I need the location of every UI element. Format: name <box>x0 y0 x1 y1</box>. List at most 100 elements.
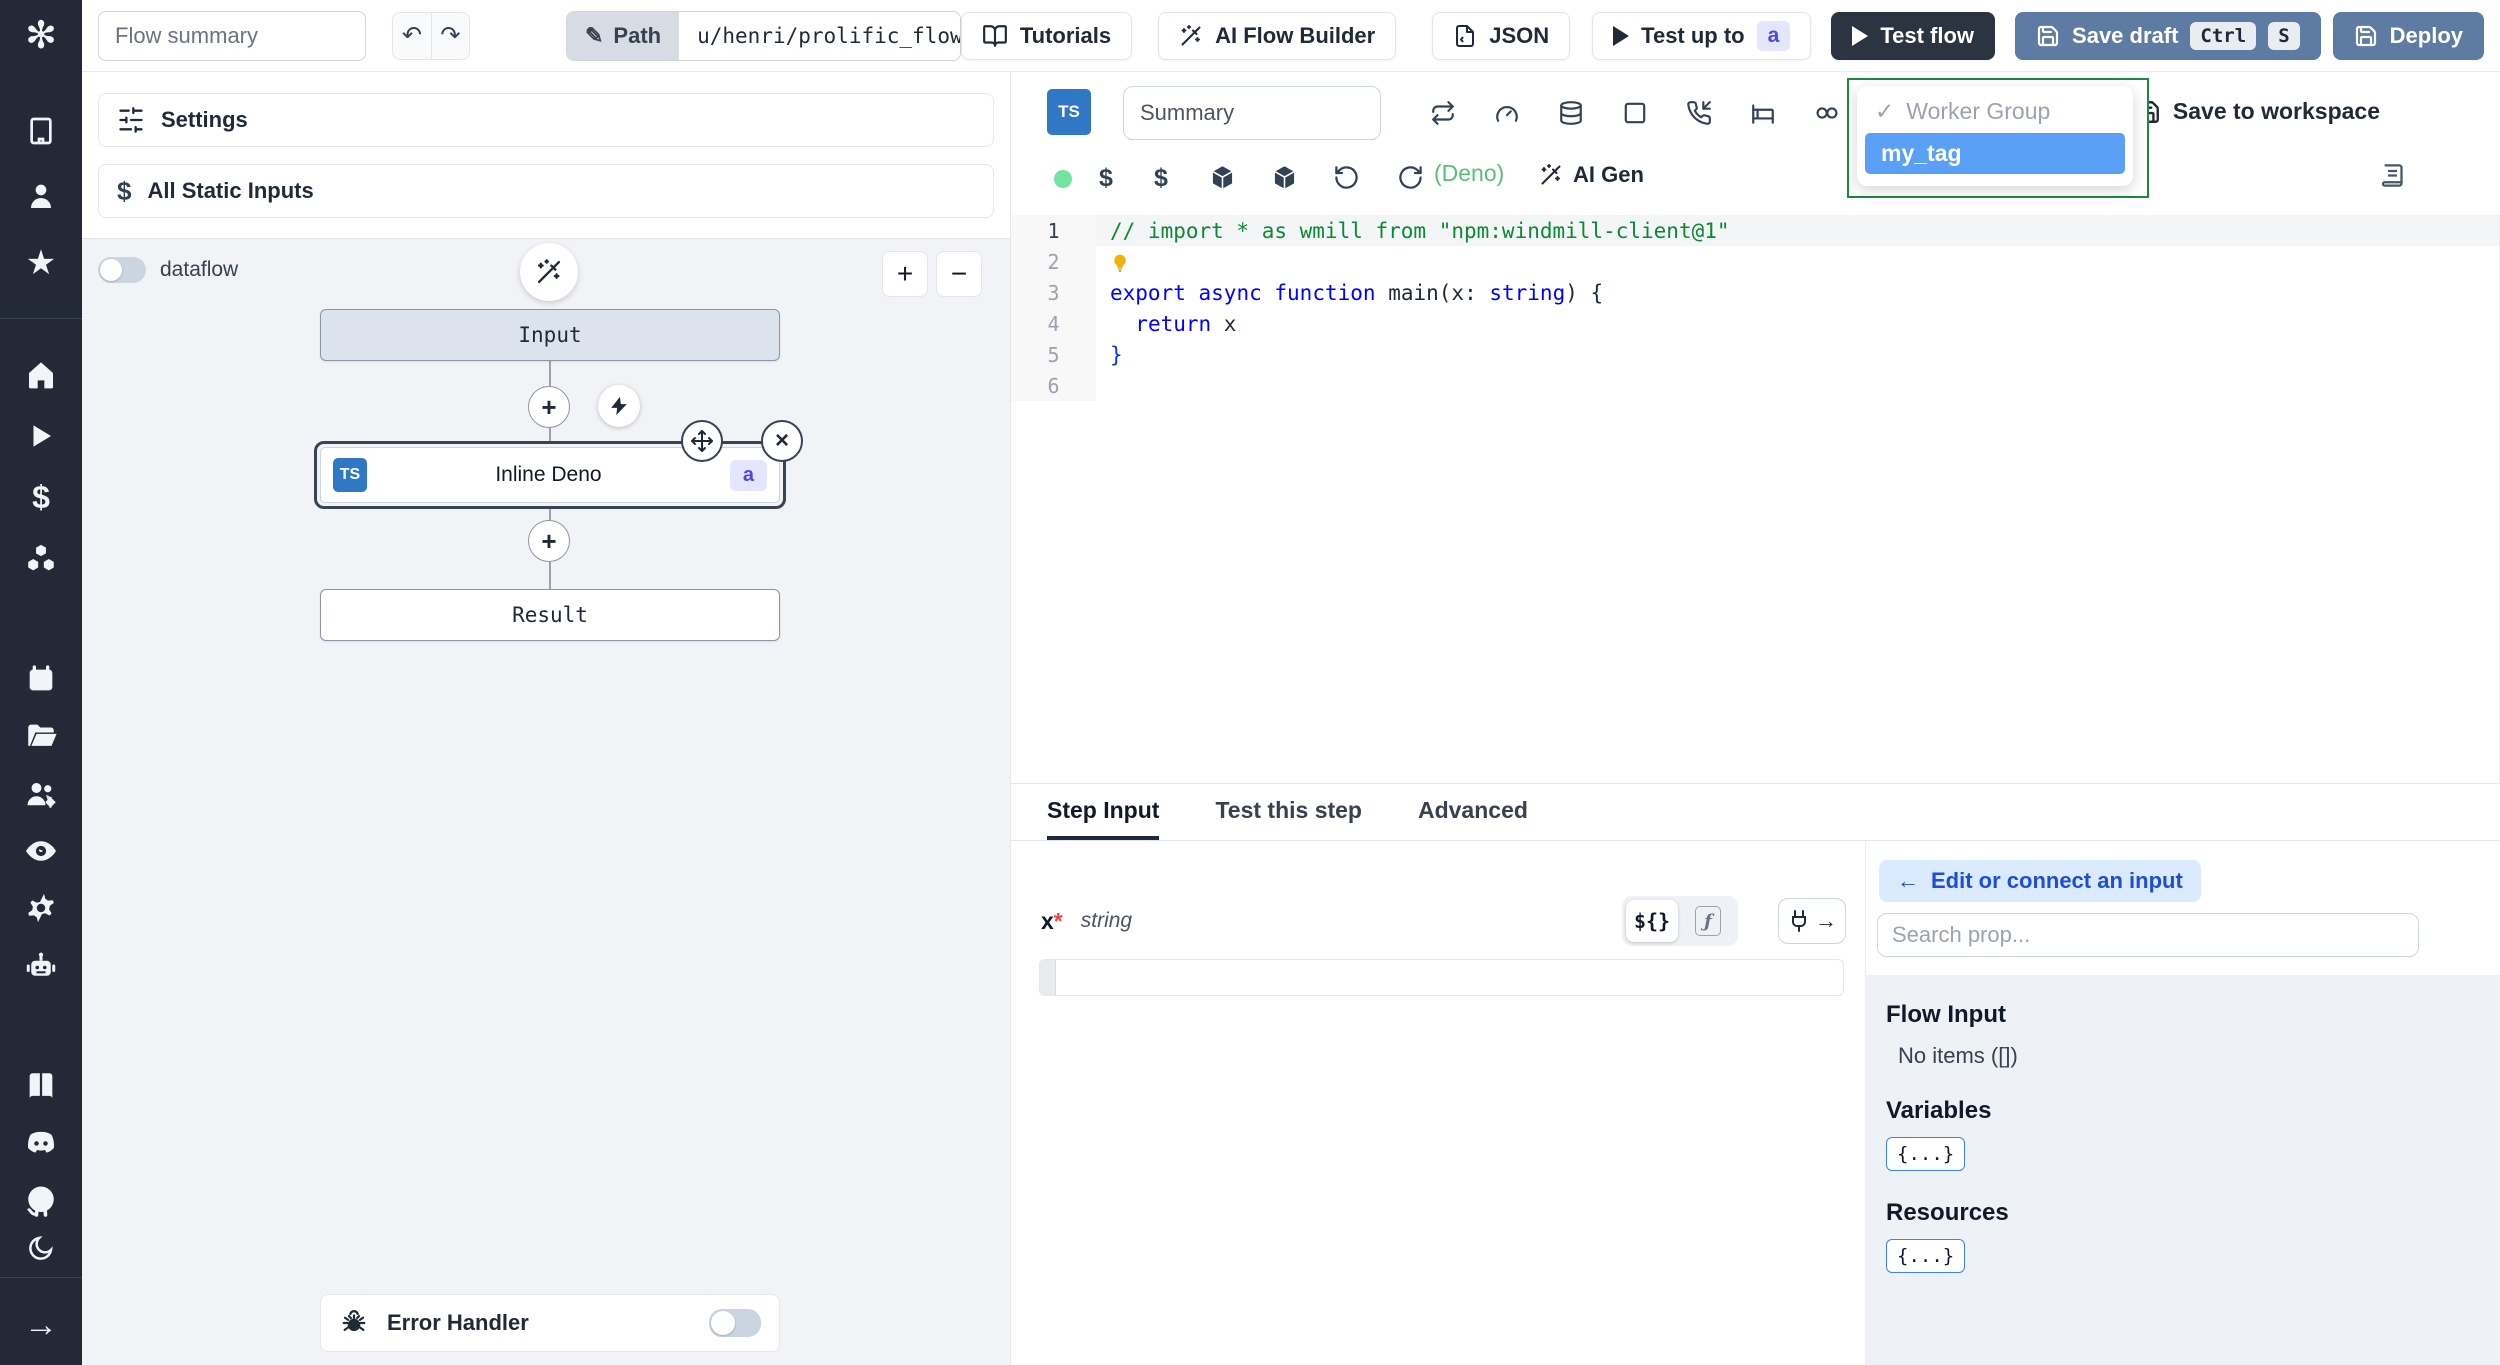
json-button[interactable]: JSON <box>1432 11 1571 60</box>
dataflow-toggle[interactable] <box>98 257 146 283</box>
code-line-2[interactable]: 2 <box>1011 246 2499 277</box>
deploy-button[interactable]: Deploy <box>2332 11 2484 60</box>
add-resource-icon[interactable]: $ <box>1154 164 1168 193</box>
trigger-lightning-button[interactable] <box>598 385 640 427</box>
step-summary-input[interactable] <box>1123 86 1381 140</box>
user-icon[interactable] <box>0 177 82 215</box>
test-up-to-button[interactable]: Test up to a <box>1592 11 1812 60</box>
prop-search-input[interactable] <box>1877 913 2419 957</box>
tab-test-this-step[interactable]: Test this step <box>1215 784 1362 840</box>
path-chip[interactable]: ✎ Path u/henri/prolific_flow <box>565 10 961 61</box>
flow-settings-card[interactable]: Settings <box>98 93 994 147</box>
test-flow-button[interactable]: Test flow <box>1831 11 1996 60</box>
flow-canvas[interactable]: dataflow + − Input + TS Inline Deno a × … <box>82 238 1010 1365</box>
add-step-button-top[interactable]: + <box>528 386 570 428</box>
tab-step-input[interactable]: Step Input <box>1047 784 1160 840</box>
error-handler-toggle[interactable] <box>709 1309 761 1337</box>
save-draft-button[interactable]: Save draft Ctrl S <box>2015 11 2321 60</box>
error-handler-label: Error Handler <box>387 1310 529 1335</box>
ai-gen-button[interactable]: AI Gen <box>1539 162 1644 188</box>
pencil-icon: ✎ <box>584 22 604 48</box>
code-text: // import * as wmill from "npm:windmill-… <box>1110 218 1730 243</box>
reload-refresh-icon[interactable] <box>1397 164 1424 191</box>
lightbulb-icon[interactable] <box>1110 250 1130 274</box>
save-draft-label: Save draft <box>2072 22 2179 48</box>
worker-group-dropdown: ✓ Worker Group my_tag <box>1847 78 2149 198</box>
robot-icon[interactable] <box>0 947 82 985</box>
step-id-badge: a <box>1756 20 1791 51</box>
undo-button[interactable]: ↶ <box>393 13 431 59</box>
code-editor[interactable]: 1 // import * as wmill from "npm:windmill… <box>1011 215 2500 783</box>
windmill-logo[interactable]: ✻ <box>0 14 82 58</box>
tab-advanced[interactable]: Advanced <box>1418 784 1528 840</box>
mock-square-icon[interactable] <box>1622 100 1648 126</box>
zoom-in-button[interactable]: + <box>882 251 928 297</box>
sliders-icon <box>117 106 145 134</box>
all-static-inputs-card[interactable]: $ All Static Inputs <box>98 164 994 218</box>
package-cube-icon[interactable] <box>1209 164 1236 191</box>
discord-icon[interactable] <box>0 1124 82 1162</box>
save-to-workspace-button[interactable]: Save to workspace <box>2135 98 2380 125</box>
ai-wand-button[interactable] <box>520 243 578 301</box>
arg-value-input[interactable] <box>1039 959 1844 996</box>
retry-icon[interactable] <box>1430 100 1456 126</box>
language-ready-dot <box>1054 170 1072 188</box>
code-text <box>1096 250 1130 274</box>
code-line-3[interactable]: 3 export async function main(x: string) { <box>1011 277 2499 308</box>
variables-expand-chip[interactable]: {...} <box>1886 1137 1966 1171</box>
line-number: 2 <box>1011 246 1096 277</box>
variables-title: Variables <box>1886 1097 1992 1124</box>
github-icon[interactable] <box>0 1181 82 1219</box>
undo-redo-group: ↶ ↷ <box>392 11 470 60</box>
tutorials-button[interactable]: Tutorials <box>960 11 1133 60</box>
groups-users-gear-icon[interactable] <box>0 775 82 813</box>
star-icon[interactable]: ★ <box>0 244 82 282</box>
audit-eye-icon[interactable] <box>0 832 82 870</box>
prop-list: Flow Input No items ([]) Variables {...}… <box>1866 975 2500 1365</box>
result-node[interactable]: Result <box>320 589 780 641</box>
library-book-icon[interactable] <box>2379 162 2406 189</box>
schedules-calendar-icon[interactable] <box>0 660 82 698</box>
concurrency-icon[interactable] <box>1814 100 1840 126</box>
flow-input-node[interactable]: Input <box>320 309 780 361</box>
resources-expand-chip[interactable]: {...} <box>1886 1239 1966 1273</box>
redo-button[interactable]: ↷ <box>430 12 469 59</box>
connect-input-plug-button[interactable]: → <box>1778 898 1846 944</box>
resources-cubes-icon[interactable] <box>0 540 82 578</box>
inline-deno-step-node[interactable]: TS Inline Deno a × <box>314 420 803 509</box>
error-handler-card[interactable]: Error Handler <box>320 1294 780 1352</box>
ai-flow-builder-button[interactable]: AI Flow Builder <box>1158 11 1397 60</box>
code-line-6[interactable]: 6 <box>1011 370 2499 401</box>
package-cube-icon-2[interactable] <box>1271 164 1298 191</box>
code-line-1[interactable]: 1 // import * as wmill from "npm:windmill… <box>1011 215 2499 246</box>
template-mode-button[interactable]: ${} <box>1626 900 1678 942</box>
edit-or-connect-button[interactable]: ← Edit or connect an input <box>1879 860 2201 902</box>
docs-book-icon[interactable] <box>0 1067 82 1105</box>
zoom-out-button[interactable]: − <box>936 251 982 297</box>
settings-gear-icon[interactable] <box>0 889 82 927</box>
add-step-button-bottom[interactable]: + <box>528 520 570 562</box>
expand-arrow-right-icon[interactable]: → <box>0 1306 82 1344</box>
arg-type: string <box>1080 909 1133 932</box>
add-variable-icon[interactable]: $ <box>1099 164 1113 193</box>
step-id-badge: a <box>729 459 767 491</box>
reset-rotate-ccw-icon[interactable] <box>1333 164 1360 191</box>
dark-mode-moon-icon[interactable] <box>0 1231 82 1265</box>
path-value[interactable]: u/henri/prolific_flow <box>679 11 960 60</box>
workspace-building-icon[interactable] <box>0 112 82 150</box>
cache-database-icon[interactable] <box>1558 100 1584 126</box>
javascript-mode-button[interactable]: ƒ <box>1682 900 1734 942</box>
worker-group-option-my-tag[interactable]: my_tag <box>1865 133 2125 174</box>
runs-play-icon[interactable] <box>0 417 82 455</box>
move-step-handle[interactable] <box>681 420 723 462</box>
flow-summary-input[interactable] <box>98 10 366 61</box>
variables-dollar-icon[interactable]: $ <box>0 478 82 516</box>
delete-step-button[interactable]: × <box>761 420 803 462</box>
code-line-4[interactable]: 4 return x <box>1011 308 2499 339</box>
suspend-phone-icon[interactable] <box>1686 100 1712 126</box>
folder-icon[interactable] <box>0 717 82 755</box>
code-line-5[interactable]: 5} <box>1011 339 2499 370</box>
sleep-bed-icon[interactable] <box>1750 100 1776 126</box>
early-stop-gauge-icon[interactable] <box>1494 100 1520 126</box>
home-icon[interactable] <box>0 356 82 394</box>
